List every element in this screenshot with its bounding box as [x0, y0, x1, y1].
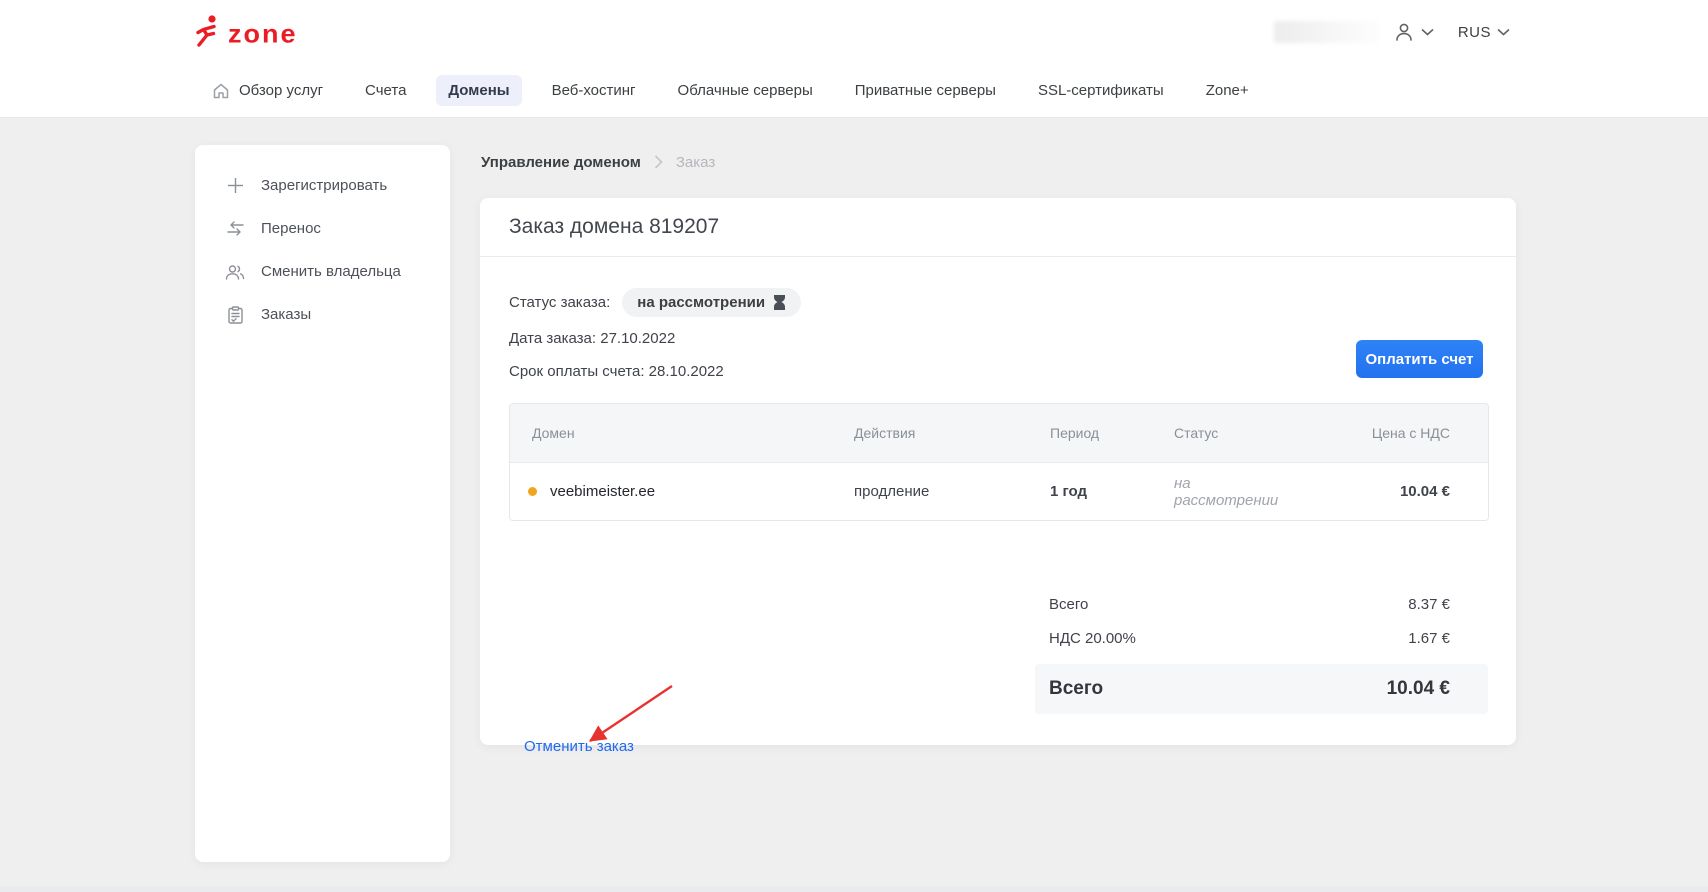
- column-header-status: Статус: [1152, 425, 1292, 441]
- row-period: 1 год: [1028, 483, 1152, 500]
- column-header-period: Период: [1028, 425, 1152, 441]
- column-header-actions: Действия: [832, 425, 1028, 441]
- sidebar-item-change-owner[interactable]: Сменить владельца: [195, 250, 450, 293]
- transfer-icon: [225, 221, 245, 236]
- sidebar-item-orders[interactable]: Заказы: [195, 293, 450, 336]
- nav-item-zone-plus[interactable]: Zone+: [1194, 75, 1261, 106]
- sidebar-item-transfer[interactable]: Перенос: [195, 207, 450, 250]
- nav-label: Zone+: [1206, 82, 1249, 99]
- language-label: RUS: [1458, 24, 1491, 41]
- chevron-down-icon: [1497, 28, 1510, 36]
- payment-due-date: Срок оплаты счета: 28.10.2022: [509, 363, 724, 380]
- nav-label: Облачные серверы: [678, 82, 813, 99]
- nav-label: SSL-сертификаты: [1038, 82, 1164, 99]
- order-status-label: Статус заказа:: [509, 294, 610, 311]
- breadcrumb: Управление доменом Заказ: [481, 147, 715, 177]
- column-header-domain: Домен: [510, 425, 832, 441]
- nav-item-domains[interactable]: Домены: [436, 75, 521, 106]
- sidebar-label: Перенос: [261, 220, 321, 237]
- sidebar-label: Зарегистрировать: [261, 177, 387, 194]
- status-badge-text: на рассмотрении: [637, 294, 765, 311]
- hourglass-icon: [773, 295, 786, 310]
- domain-name: veebimeister.ee: [550, 483, 655, 500]
- runner-icon: [195, 14, 221, 48]
- status-dot-icon: [528, 487, 537, 496]
- summary-subtotal-row: Всего 8.37 €: [1035, 587, 1488, 621]
- row-action: продление: [832, 483, 1028, 500]
- zone-logo[interactable]: zone: [195, 14, 298, 48]
- vat-label: НДС 20.00%: [1049, 630, 1136, 647]
- status-badge: на рассмотрении: [622, 288, 801, 317]
- nav-item-invoices[interactable]: Счета: [353, 75, 418, 106]
- language-selector[interactable]: RUS: [1458, 24, 1510, 41]
- nav-item-private-servers[interactable]: Приватные серверы: [843, 75, 1008, 106]
- brand-name: zone: [228, 22, 298, 48]
- sidebar-label: Заказы: [261, 306, 311, 323]
- nav-item-web-hosting[interactable]: Веб-хостинг: [540, 75, 648, 106]
- sidebar-label: Сменить владельца: [261, 263, 401, 280]
- top-bar: zone RUS: [0, 0, 1708, 64]
- order-summary: Всего 8.37 € НДС 20.00% 1.67 € Всего 10.…: [1035, 587, 1488, 714]
- order-date: Дата заказа: 27.10.2022: [509, 330, 675, 347]
- order-title: Заказ домена 819207: [480, 198, 1516, 257]
- total-value: 10.04 €: [1387, 678, 1450, 700]
- cancel-order-link[interactable]: Отменить заказ: [524, 738, 634, 755]
- nav-label: Веб-хостинг: [552, 82, 636, 99]
- nav-label: Счета: [365, 82, 406, 99]
- nav-label: Обзор услуг: [239, 82, 323, 99]
- summary-total-row: Всего 10.04 €: [1035, 664, 1488, 714]
- total-label: Всего: [1049, 678, 1103, 700]
- breadcrumb-order: Заказ: [676, 154, 715, 171]
- subtotal-label: Всего: [1049, 596, 1088, 613]
- chevron-right-icon: [654, 155, 663, 169]
- order-card: Заказ домена 819207 Статус заказа: на ра…: [480, 198, 1516, 745]
- row-price: 10.04 €: [1292, 483, 1488, 500]
- people-icon: [225, 264, 245, 280]
- account-menu[interactable]: [1393, 21, 1434, 43]
- breadcrumb-domain-management[interactable]: Управление доменом: [481, 154, 641, 171]
- summary-vat-row: НДС 20.00% 1.67 €: [1035, 621, 1488, 655]
- table-row: veebimeister.ee продление 1 год на рассм…: [510, 462, 1488, 520]
- clipboard-icon: [225, 306, 245, 324]
- order-items-table: Домен Действия Период Статус Цена с НДС …: [509, 403, 1489, 521]
- user-icon: [1393, 21, 1415, 43]
- user-name-redacted: [1274, 21, 1379, 43]
- pay-invoice-button[interactable]: Оплатить счет: [1356, 340, 1483, 378]
- sidebar-item-register[interactable]: Зарегистрировать: [195, 164, 450, 207]
- plus-icon: [225, 177, 245, 194]
- chevron-down-icon: [1421, 28, 1434, 36]
- domain-sidebar: Зарегистрировать Перенос Сменить владель…: [195, 145, 450, 862]
- vat-value: 1.67 €: [1408, 630, 1450, 647]
- subtotal-value: 8.37 €: [1408, 596, 1450, 613]
- nav-label: Домены: [448, 82, 509, 99]
- home-icon: [212, 82, 230, 100]
- column-header-price: Цена с НДС: [1292, 425, 1488, 441]
- footer-edge: [0, 886, 1708, 892]
- row-status: на рассмотрении: [1152, 475, 1292, 509]
- nav-item-ssl-certificates[interactable]: SSL-сертификаты: [1026, 75, 1176, 106]
- nav-item-services-overview[interactable]: Обзор услуг: [200, 75, 335, 107]
- nav-item-cloud-servers[interactable]: Облачные серверы: [666, 75, 825, 106]
- nav-label: Приватные серверы: [855, 82, 996, 99]
- main-navigation: Обзор услуг Счета Домены Веб-хостинг Обл…: [0, 64, 1708, 118]
